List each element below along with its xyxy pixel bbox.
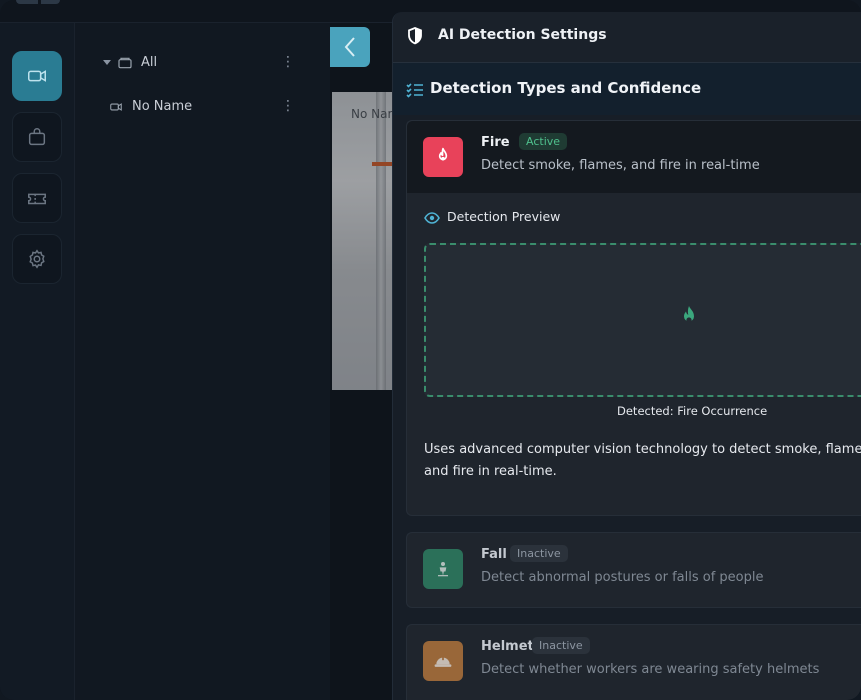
device-tree: All ⋮ No Name ⋮: [75, 23, 330, 700]
camera-feed-image[interactable]: [332, 92, 392, 390]
type-name: Fire: [481, 135, 510, 150]
tree-device-label: No Name: [132, 99, 193, 114]
helmet-icon: [434, 656, 452, 667]
tree-device-item[interactable]: No Name ⋮: [75, 95, 330, 119]
card-header[interactable]: Fire Active Detect smoke, flames, and fi…: [407, 121, 861, 193]
feed-shade: [332, 92, 392, 390]
app-logo: [16, 0, 60, 4]
status-badge: Inactive: [510, 545, 568, 562]
type-description: Detect whether workers are wearing safet…: [481, 662, 820, 677]
checklist-icon: [406, 83, 423, 98]
fire-icon: [684, 306, 694, 323]
detection-result-caption: Detected: Fire Occurrence: [617, 404, 768, 418]
detection-card-helmet[interactable]: Helmet Inactive Detect whether workers a…: [406, 624, 861, 700]
gear-icon: [29, 249, 45, 269]
panel-header: AI Detection Settings: [393, 12, 861, 63]
tree-root-all[interactable]: All ⋮: [75, 51, 330, 75]
helmet-type-icon: [423, 641, 463, 681]
person-fall-icon: [438, 562, 448, 577]
fall-type-icon: [423, 549, 463, 589]
fire-type-icon: [423, 137, 463, 177]
fire-icon: [438, 147, 448, 161]
type-name: Fall: [481, 547, 507, 562]
camera-icon: [110, 103, 122, 111]
rail-settings-button[interactable]: [12, 234, 62, 284]
more-vertical-icon[interactable]: ⋮: [281, 55, 295, 69]
section-header: Detection Types and Confidence: [393, 63, 861, 115]
rail-ticket-button[interactable]: [12, 173, 62, 223]
rail-camera-button[interactable]: [12, 51, 62, 101]
folder-icon: [118, 57, 132, 69]
detection-card-fall[interactable]: Fall Inactive Detect abnormal postures o…: [406, 532, 861, 608]
left-rail: [0, 23, 75, 700]
ai-detection-settings-panel: AI Detection Settings Detection Types an…: [392, 12, 861, 700]
collapse-back-button[interactable]: [330, 27, 370, 67]
camera-icon: [28, 70, 46, 82]
status-badge: Active: [519, 133, 568, 150]
type-details: Uses advanced computer vision technology…: [424, 442, 861, 479]
type-description: Detect smoke, flames, and fire in real-t…: [481, 158, 760, 173]
more-vertical-icon[interactable]: ⋮: [281, 99, 295, 113]
type-description: Detect abnormal postures or falls of peo…: [481, 570, 764, 585]
app-window: All ⋮ No Name ⋮ No Name AI Detection Set…: [0, 0, 861, 700]
caret-down-icon[interactable]: [103, 60, 111, 65]
rail-bag-button[interactable]: [12, 112, 62, 162]
preview-label: Detection Preview: [447, 209, 561, 224]
eye-icon: [424, 212, 440, 224]
section-title: Detection Types and Confidence: [430, 79, 702, 97]
type-name: Helmet: [481, 639, 534, 654]
tree-root-label: All: [141, 55, 158, 70]
panel-title: AI Detection Settings: [438, 27, 607, 43]
ticket-icon: [28, 193, 46, 205]
detection-preview-box: [424, 243, 861, 397]
detection-card-fire[interactable]: Fire Active Detect smoke, flames, and fi…: [406, 120, 861, 516]
status-badge: Inactive: [532, 637, 590, 654]
bag-icon: [28, 128, 46, 146]
shield-icon: [408, 27, 422, 45]
chevron-left-icon: [344, 37, 355, 57]
